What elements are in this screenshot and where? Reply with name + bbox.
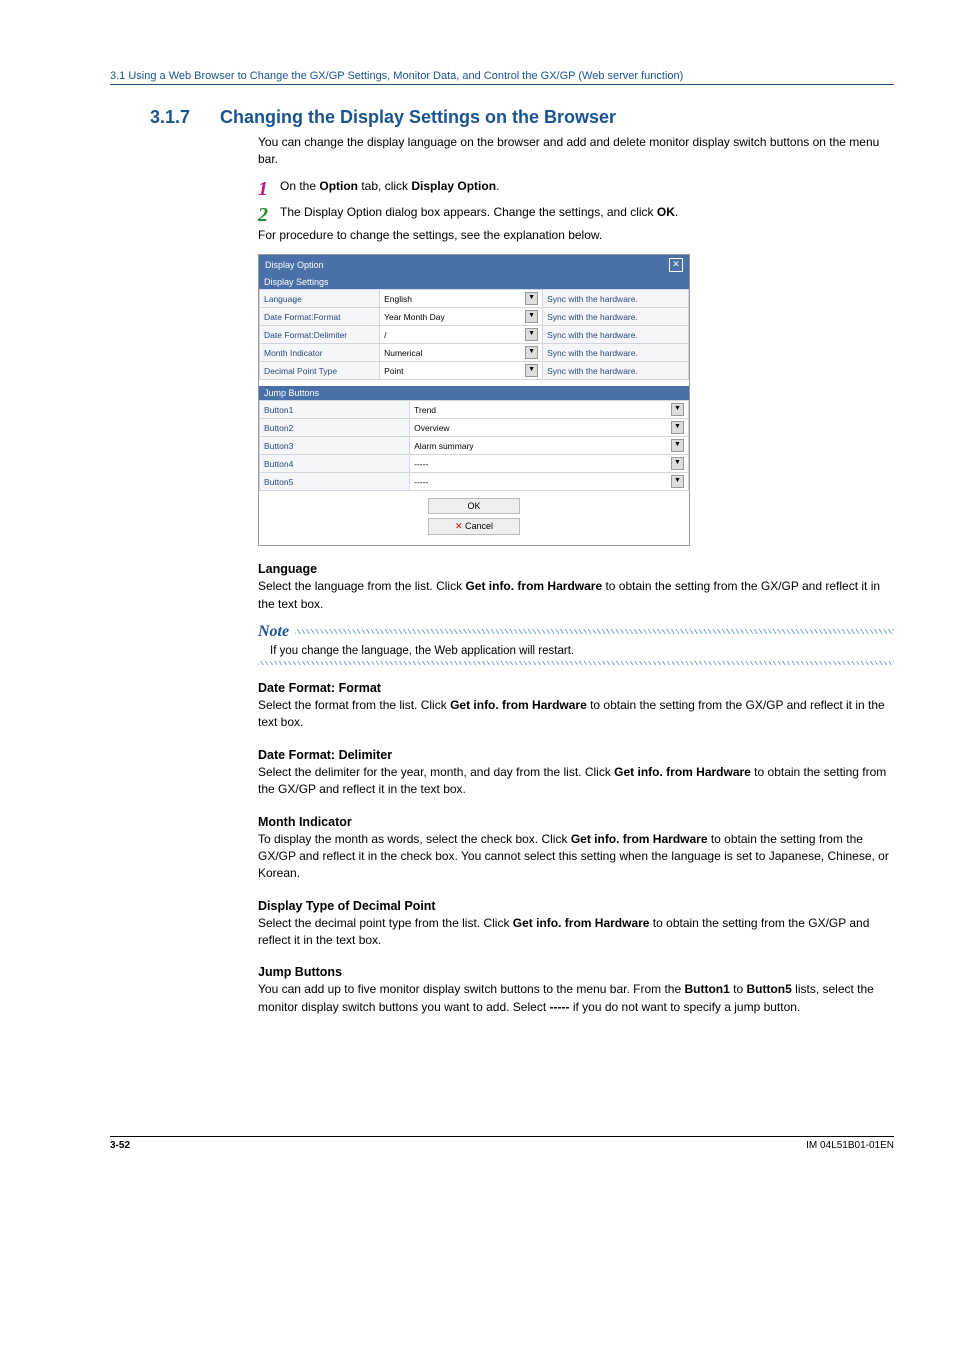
- cancel-label: Cancel: [465, 521, 493, 531]
- note-text: If you change the language, the Web appl…: [258, 641, 894, 661]
- display-option-dialog: Display Option ✕ Display Settings Langua…: [258, 254, 690, 546]
- month-heading: Month Indicator: [258, 815, 894, 829]
- button-select[interactable]: Trend▼: [414, 403, 684, 416]
- hatch-top: [295, 629, 894, 634]
- ok-button[interactable]: OK: [428, 498, 520, 514]
- decimal-heading: Display Type of Decimal Point: [258, 899, 894, 913]
- setting-select[interactable]: Numerical▼: [384, 346, 538, 359]
- jump-heading: Jump Buttons: [258, 965, 894, 979]
- button-label: Button1: [260, 401, 410, 419]
- delimiter-heading: Date Format: Delimiter: [258, 748, 894, 762]
- step-2-number: 2: [258, 205, 280, 225]
- intro-paragraph: You can change the display language on t…: [258, 134, 894, 169]
- section-number: 3.1.7: [110, 107, 220, 128]
- doc-id: IM 04L51B01-01EN: [806, 1140, 894, 1151]
- setting-label: Month Indicator: [260, 344, 380, 362]
- chevron-down-icon: ▼: [525, 328, 538, 341]
- button-select[interactable]: Overview▼: [414, 421, 684, 434]
- cancel-button[interactable]: ✕ Cancel: [428, 518, 520, 535]
- step-1-bold2: Display Option: [411, 179, 496, 193]
- setting-label: Decimal Point Type: [260, 362, 380, 380]
- step-2-text: The Display Option dialog box appears. C…: [280, 205, 657, 219]
- setting-label: Date Format:Format: [260, 308, 380, 326]
- chevron-down-icon: ▼: [525, 364, 538, 377]
- decimal-paragraph: Select the decimal point type from the l…: [258, 915, 894, 950]
- step-1: 1 On the Option tab, click Display Optio…: [258, 179, 894, 199]
- button-label: Button3: [260, 437, 410, 455]
- sync-action[interactable]: Sync with the hardware.: [543, 290, 689, 308]
- button-select[interactable]: -----▼: [414, 475, 684, 488]
- month-paragraph: To display the month as words, select th…: [258, 831, 894, 883]
- step-2-bold: OK: [657, 205, 675, 219]
- step-1-text2: tab, click: [358, 179, 411, 193]
- step-1-text3: .: [496, 179, 499, 193]
- setting-label: Language: [260, 290, 380, 308]
- chevron-down-icon: ▼: [525, 310, 538, 323]
- dialog-title: Display Option: [265, 260, 324, 270]
- format-heading: Date Format: Format: [258, 681, 894, 695]
- setting-select[interactable]: /▼: [384, 328, 538, 341]
- chevron-down-icon: ▼: [671, 475, 684, 488]
- button-label: Button2: [260, 419, 410, 437]
- language-heading: Language: [258, 562, 894, 576]
- setting-label: Date Format:Delimiter: [260, 326, 380, 344]
- language-paragraph: Select the language from the list. Click…: [258, 578, 894, 613]
- chevron-down-icon: ▼: [671, 439, 684, 452]
- note-box: Note If you change the language, the Web…: [258, 623, 894, 665]
- button-label: Button5: [260, 473, 410, 491]
- page-number: 3-52: [110, 1140, 130, 1151]
- delimiter-paragraph: Select the delimiter for the year, month…: [258, 764, 894, 799]
- button-select[interactable]: Alarm summary▼: [414, 439, 684, 452]
- section-title: Changing the Display Settings on the Bro…: [220, 107, 616, 128]
- format-paragraph: Select the format from the list. Click G…: [258, 697, 894, 732]
- step-1-number: 1: [258, 179, 280, 199]
- sync-action[interactable]: Sync with the hardware.: [543, 326, 689, 344]
- step-2-line2: For procedure to change the settings, se…: [258, 227, 894, 244]
- setting-select[interactable]: Year Month Day▼: [384, 310, 538, 323]
- chevron-down-icon: ▼: [525, 292, 538, 305]
- setting-select[interactable]: English▼: [384, 292, 538, 305]
- chevron-down-icon: ▼: [525, 346, 538, 359]
- sync-action[interactable]: Sync with the hardware.: [543, 344, 689, 362]
- button-label: Button4: [260, 455, 410, 473]
- display-settings-header: Display Settings: [259, 275, 689, 289]
- section-heading: 3.1.7 Changing the Display Settings on t…: [110, 107, 894, 128]
- close-icon[interactable]: ✕: [669, 258, 683, 272]
- running-header: 3.1 Using a Web Browser to Change the GX…: [110, 70, 894, 85]
- step-1-bold1: Option: [319, 179, 358, 193]
- sync-action[interactable]: Sync with the hardware.: [543, 308, 689, 326]
- step-2-text2: .: [675, 205, 678, 219]
- setting-select[interactable]: Point▼: [384, 364, 538, 377]
- note-label: Note: [258, 623, 289, 641]
- step-1-text: On the: [280, 179, 319, 193]
- chevron-down-icon: ▼: [671, 421, 684, 434]
- chevron-down-icon: ▼: [671, 457, 684, 470]
- jump-buttons-header: Jump Buttons: [259, 386, 689, 400]
- step-2: 2 The Display Option dialog box appears.…: [258, 205, 894, 225]
- jump-paragraph: You can add up to five monitor display s…: [258, 981, 894, 1016]
- chevron-down-icon: ▼: [671, 403, 684, 416]
- hatch-bottom: [258, 661, 894, 665]
- button-select[interactable]: -----▼: [414, 457, 684, 470]
- page-footer: 3-52 IM 04L51B01-01EN: [110, 1136, 894, 1151]
- sync-action[interactable]: Sync with the hardware.: [543, 362, 689, 380]
